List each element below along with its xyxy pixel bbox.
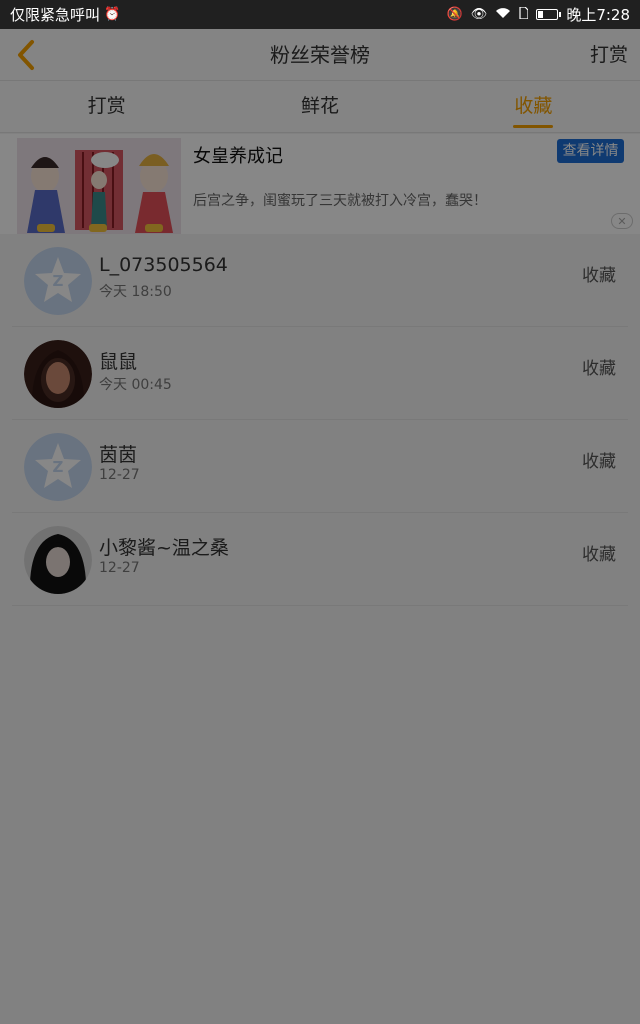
status-bar: 仅限紧急呼叫 ⏰ 🔕 👁 晚上7:28 [0,0,640,29]
svg-text:Z: Z [53,272,64,290]
fan-list: Z L_073505564 今天 18:50 收藏 鼠鼠 今天 00:45 收藏… [0,234,640,606]
tab-flowers[interactable]: 鲜花 [213,81,426,132]
fan-action-type: 收藏 [582,545,616,565]
fan-name: 鼠鼠 [99,351,138,373]
ad-image [17,138,181,234]
fan-time: 今天 18:50 [99,284,172,300]
list-item[interactable]: 小黎酱~温之桑 12-27 收藏 [12,513,628,606]
tab-reward[interactable]: 打赏 [0,81,213,132]
app-header: 粉丝荣誉榜 打赏 [0,29,640,81]
carrier-text: 仅限紧急呼叫 [10,6,101,24]
mute-icon: 🔕 [446,7,463,22]
tab-favorites[interactable]: 收藏 [427,81,640,132]
fan-time: 12-27 [99,560,140,576]
fan-name: L_073505564 [99,254,228,276]
ad-details-button[interactable]: 查看详情 [557,139,624,163]
fan-name: 小黎酱~温之桑 [99,537,229,559]
status-right: 🔕 👁 晚上7:28 [447,4,630,25]
fan-time: 12-27 [99,467,140,483]
avatar [24,526,92,594]
alarm-icon: ⏰ [104,7,121,22]
eye-icon: 👁 [470,7,488,22]
clock-text: 晚上7:28 [566,6,630,24]
avatar [24,340,92,408]
fan-action-type: 收藏 [582,359,616,379]
list-item[interactable]: Z L_073505564 今天 18:50 收藏 [12,234,628,327]
fan-action-type: 收藏 [582,266,616,286]
battery-icon [536,9,562,20]
ad-description: 后宫之争，闺蜜玩了三天就被打入冷宫，蠢哭！ [193,193,487,209]
avatar: Z [24,247,92,315]
svg-text:Z: Z [53,458,64,476]
ad-title: 女皇养成记 [193,146,283,167]
list-item[interactable]: Z 茵茵 12-27 收藏 [12,420,628,513]
page-title: 粉丝荣誉榜 [270,43,370,67]
avatar: Z [24,433,92,501]
ad-banner[interactable]: 女皇养成记 查看详情 后宫之争，闺蜜玩了三天就被打入冷宫，蠢哭！ ✕ [0,134,640,234]
fan-time: 今天 00:45 [99,377,172,393]
close-icon[interactable]: ✕ [611,213,633,229]
sim-icon [519,5,529,23]
list-item[interactable]: 鼠鼠 今天 00:45 收藏 [12,327,628,420]
tab-bar: 打赏 鲜花 收藏 [0,81,640,133]
status-left: 仅限紧急呼叫 ⏰ [10,4,120,25]
fan-name: 茵茵 [99,444,138,466]
reward-button[interactable]: 打赏 [590,29,628,81]
wifi-icon [495,7,511,23]
fan-action-type: 收藏 [582,452,616,472]
